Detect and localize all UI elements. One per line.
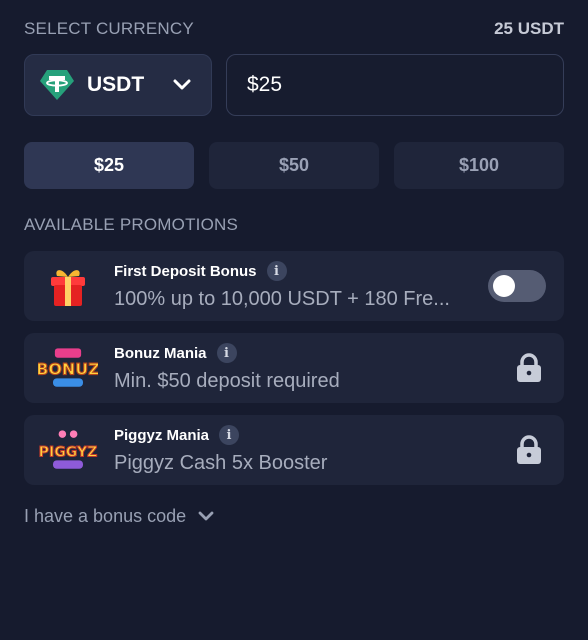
currency-header: SELECT CURRENCY 25 USDT <box>24 18 564 40</box>
gift-icon <box>38 259 98 313</box>
promotions-title: AVAILABLE PROMOTIONS <box>24 215 239 234</box>
bonus-code-toggle[interactable]: I have a bonus code <box>24 506 214 527</box>
info-icon[interactable]: i <box>266 261 287 281</box>
info-icon[interactable]: i <box>219 425 240 445</box>
svg-text:BONUZ: BONUZ <box>38 360 98 379</box>
currency-name: USDT <box>87 73 145 96</box>
chevron-down-icon <box>173 79 191 91</box>
promo-description: Piggyz Cash 5x Booster <box>114 452 328 474</box>
promo-description: 100% up to 10,000 USDT + 180 Fre... <box>114 288 450 310</box>
promo-card-piggyz-mania[interactable]: PIGGYZ Piggyz Mania i Piggyz Cash 5x Boo… <box>24 415 564 485</box>
currency-select[interactable]: USDT <box>24 54 212 116</box>
amount-field[interactable] <box>226 54 564 116</box>
preset-25-button[interactable]: $25 <box>24 142 194 189</box>
amount-input[interactable] <box>245 72 563 98</box>
promo-card-bonuz-mania[interactable]: BONUZ Bonuz Mania i Min. $50 deposit req… <box>24 333 564 403</box>
promo-name: First Deposit Bonus i <box>114 261 287 281</box>
promo-card-first-deposit[interactable]: First Deposit Bonus i 100% up to 10,000 … <box>24 251 564 321</box>
promo-name: Piggyz Mania i <box>114 425 240 445</box>
preset-amounts: $25 $50 $100 <box>24 142 564 189</box>
promo-name-text: Piggyz Mania <box>114 426 210 444</box>
promo-name-text: First Deposit Bonus <box>114 262 257 280</box>
first-deposit-bonus-toggle[interactable] <box>488 270 546 302</box>
promo-name: Bonuz Mania i <box>114 343 237 363</box>
svg-text:PIGGYZ: PIGGYZ <box>39 445 98 461</box>
lock-icon <box>516 435 542 470</box>
lock-icon <box>516 353 542 388</box>
promo-description: Min. $50 deposit required <box>114 370 340 392</box>
piggyz-mania-logo: PIGGYZ <box>38 423 98 477</box>
bonuz-mania-logo: BONUZ <box>38 341 98 395</box>
info-icon[interactable]: i <box>216 343 237 363</box>
preset-50-button[interactable]: $50 <box>209 142 379 189</box>
tether-icon <box>39 67 75 103</box>
amount-summary: 25 USDT <box>494 19 564 38</box>
bonus-code-label: I have a bonus code <box>24 506 187 526</box>
preset-100-button[interactable]: $100 <box>394 142 564 189</box>
promo-name-text: Bonuz Mania <box>114 344 207 362</box>
toggle-knob <box>493 275 515 297</box>
select-currency-label: SELECT CURRENCY <box>24 19 194 38</box>
chevron-down-icon <box>198 511 214 522</box>
